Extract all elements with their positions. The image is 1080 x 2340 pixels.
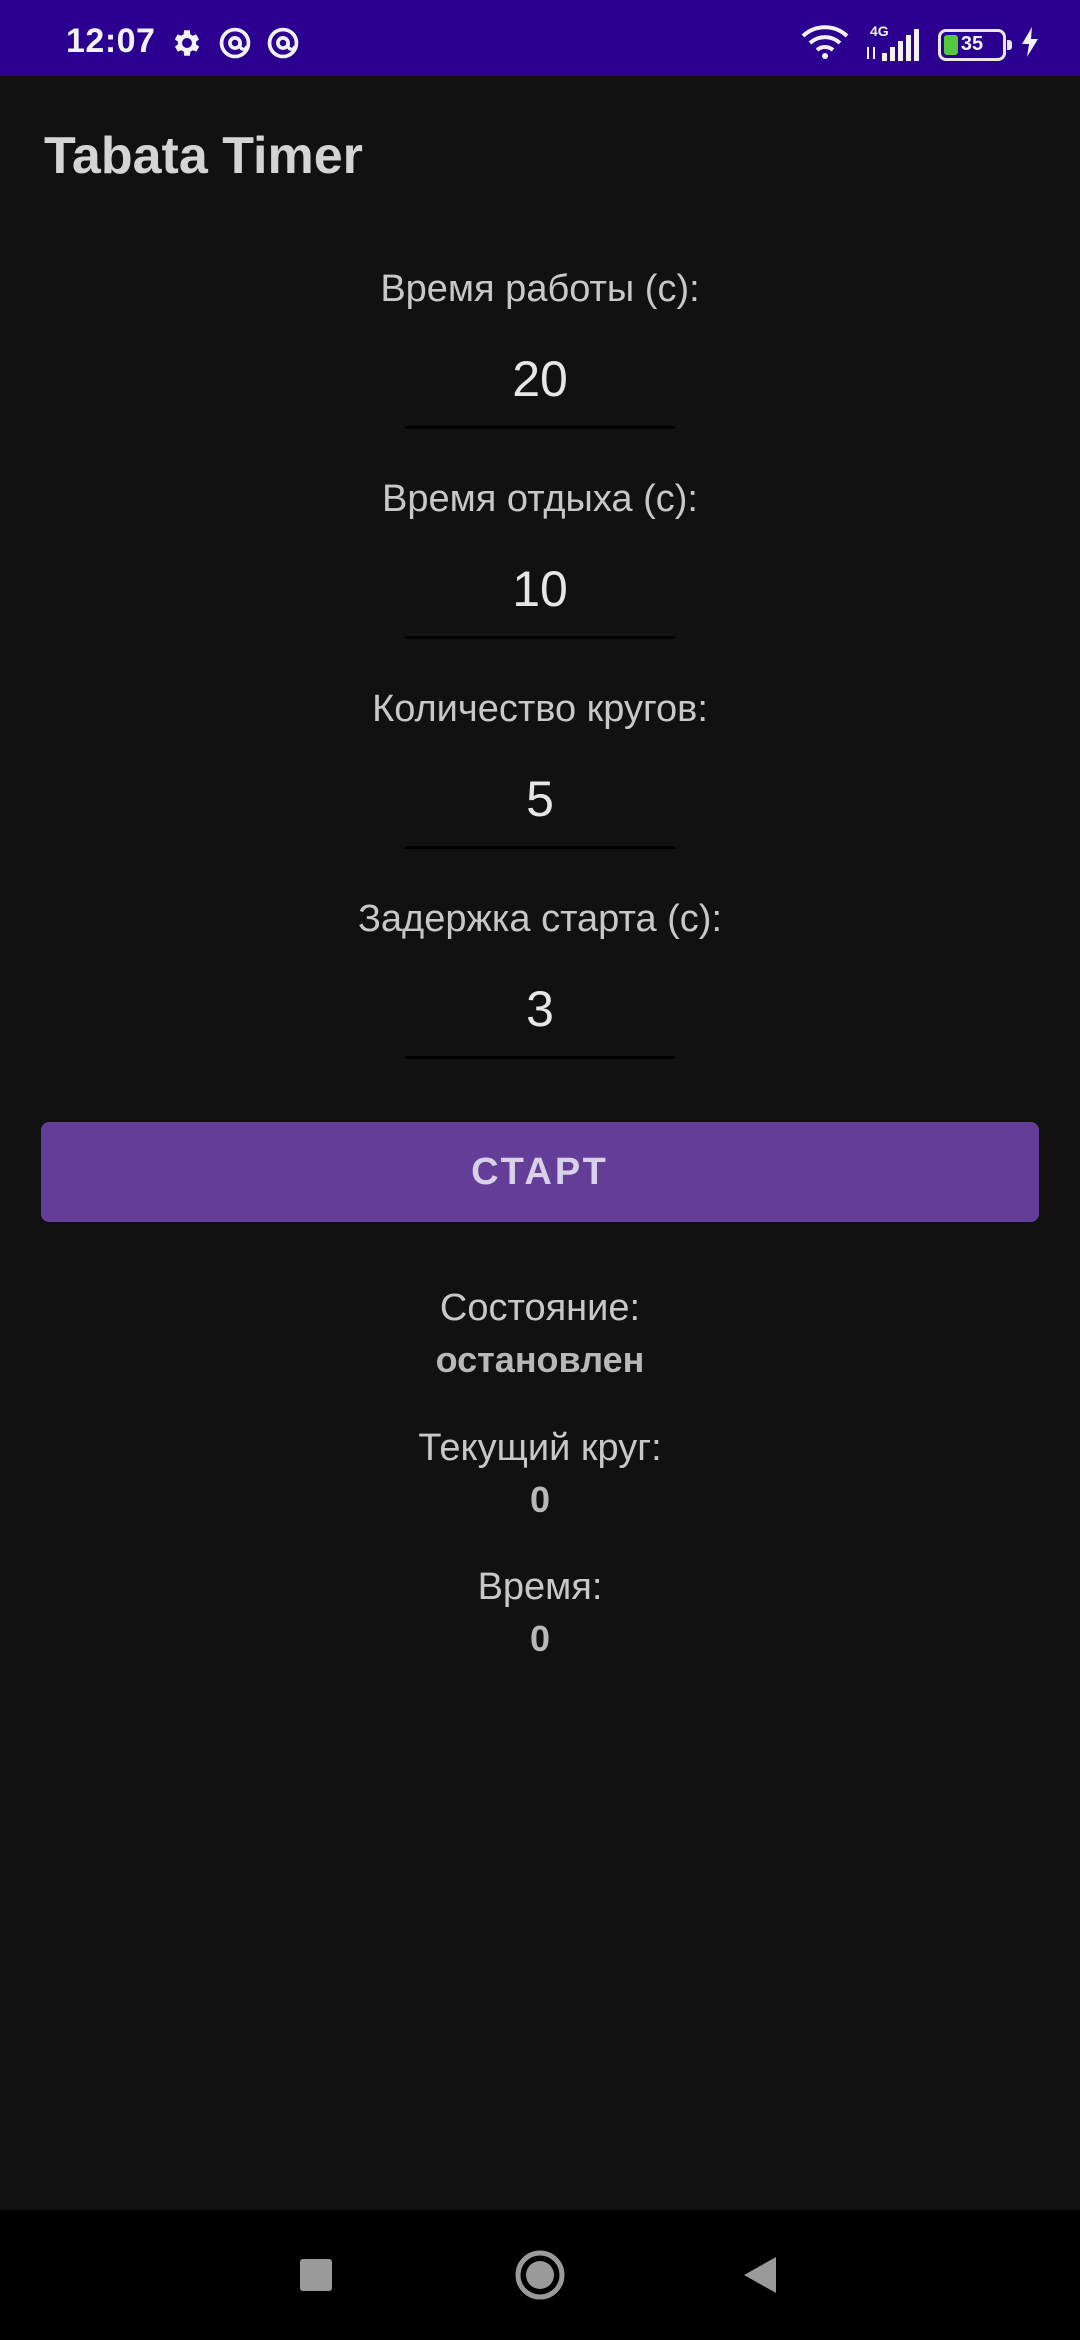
work-time-field: Время работы (с): [0, 266, 1080, 429]
state-value: остановлен [435, 1339, 645, 1380]
rest-time-field: Время отдыха (с): [0, 476, 1080, 639]
status-bar: 12:07 4G 35 [0, 0, 1080, 76]
rest-time-input[interactable] [405, 560, 675, 639]
current-round-label: Текущий круг: [418, 1427, 662, 1469]
home-icon [515, 2250, 565, 2300]
at-sign-icon [218, 26, 252, 65]
recents-icon [300, 2259, 332, 2291]
charging-icon [1020, 27, 1040, 62]
rounds-field: Количество кругов: [0, 686, 1080, 849]
back-icon [744, 2257, 776, 2293]
status-time: 12:07 [66, 22, 156, 60]
signal-icon: 4G [864, 23, 924, 63]
work-time-input[interactable] [405, 350, 675, 429]
start-button[interactable]: СТАРТ [41, 1122, 1039, 1222]
rest-time-label: Время отдыха (с): [382, 478, 698, 520]
work-time-label: Время работы (с): [380, 268, 700, 310]
time-info: Время: 0 [0, 1564, 1080, 1662]
battery-icon: 35 [938, 28, 1012, 61]
time-value: 0 [529, 1618, 551, 1659]
wifi-icon [800, 24, 850, 65]
back-button[interactable] [700, 2210, 820, 2340]
recents-button[interactable] [256, 2210, 376, 2340]
start-delay-field: Задержка старта (с): [0, 896, 1080, 1059]
navigation-bar [0, 2210, 1080, 2340]
at-sign-icon [266, 26, 300, 65]
start-delay-input[interactable] [405, 980, 675, 1059]
app-title: Tabata Timer [44, 127, 363, 185]
start-delay-label: Задержка старта (с): [357, 898, 723, 940]
rounds-label: Количество кругов: [372, 688, 708, 730]
battery-level: 35 [960, 33, 984, 55]
current-round-info: Текущий круг: 0 [0, 1425, 1080, 1523]
gear-icon [170, 26, 204, 65]
home-button[interactable] [480, 2210, 600, 2340]
time-label: Время: [477, 1566, 603, 1608]
current-round-value: 0 [529, 1479, 551, 1520]
rounds-input[interactable] [405, 770, 675, 849]
state-label: Состояние: [439, 1287, 641, 1329]
state-info: Состояние: остановлен [0, 1285, 1080, 1383]
